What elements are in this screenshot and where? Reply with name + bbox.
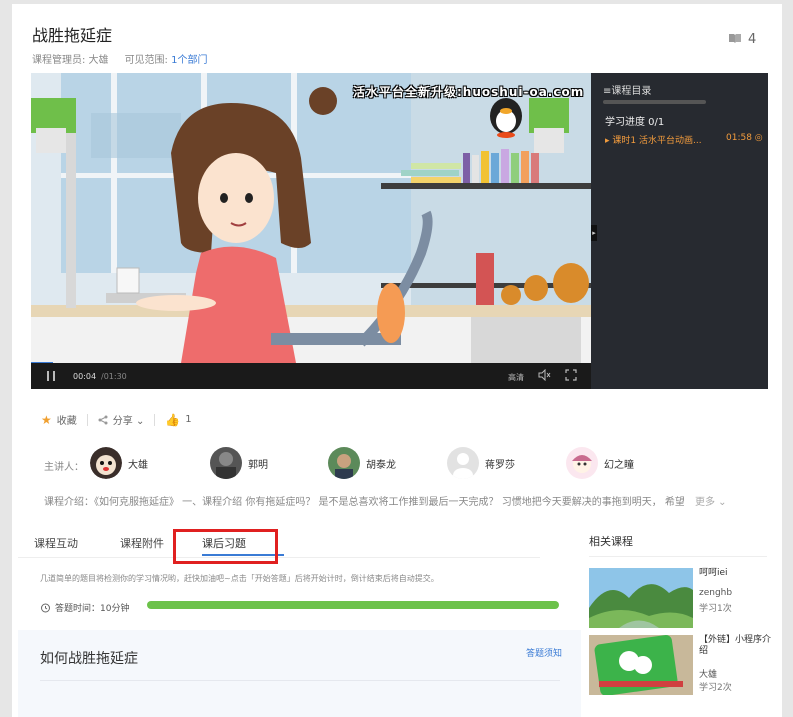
avatar (328, 447, 360, 479)
share-button[interactable]: 分享 ⌄ (113, 412, 145, 427)
volume-icon[interactable] (538, 369, 551, 381)
related-course-item[interactable]: 【外链】小程序介绍 大雄 学习2次 (589, 635, 772, 695)
course-meta: 课程管理员: 大雄 可见范围: 1个部门 (32, 51, 208, 66)
related-course-count: 学习1次 (699, 604, 732, 614)
divider (154, 413, 156, 426)
tab-interaction[interactable]: 课程互动 (34, 535, 78, 551)
avatar (90, 447, 122, 479)
related-course-name: 【外链】小程序介绍 (699, 635, 772, 656)
exercise-title: 如何战胜拖延症 (40, 651, 138, 667)
video-frame (31, 73, 591, 363)
manager-label: 课程管理员: 大雄 (32, 55, 109, 66)
related-course-name: 呵呵iei (699, 568, 728, 578)
avatar (566, 447, 598, 479)
video-player[interactable]: 活水平台全新升级:huoshui-oa.com 00:04 /01:30 高清 (31, 73, 591, 389)
presenter-name: 郭明 (248, 459, 268, 471)
presenter-name: 蒋罗莎 (485, 459, 515, 471)
course-actions: ★ 收藏 分享 ⌄ 👍 1 (41, 412, 192, 428)
book-icon (729, 34, 741, 43)
scope-label: 可见范围: (124, 55, 168, 66)
related-courses-title: 相关课程 (589, 535, 633, 548)
alarm-clock-icon (41, 603, 50, 613)
presenter[interactable]: 大雄 (90, 447, 148, 479)
presenter[interactable]: 蒋罗莎 (447, 447, 515, 479)
lesson-title: ▸ 课时1 活水平台动画... (605, 136, 702, 146)
highlight-box (173, 529, 278, 564)
exercise-panel: 如何战胜拖延症 答题须知 (18, 630, 581, 717)
course-thumbnail (589, 635, 693, 695)
avatar (210, 447, 242, 479)
course-thumbnail (589, 568, 693, 628)
notice-link[interactable]: 答题须知 (526, 646, 562, 659)
divider (86, 413, 88, 426)
related-course-author: 大雄 (699, 670, 718, 680)
timer-label: 答题时间：10分钟 (55, 604, 130, 614)
presenter-name: 胡泰龙 (366, 459, 396, 471)
course-intro: 课程介绍：《如何克服拖延症》 一、课程介绍 你有拖延症吗？ 是不是总喜欢将工作推… (44, 497, 684, 508)
tab-bar: 课程互动 课程附件 课后习题 (18, 528, 540, 558)
scope-link[interactable]: 1个部门 (171, 55, 207, 66)
exercise-hint: 几道简单的题目将检测你的学习情况哟，赶快加油吧~点击「开始答题」后将开始计时，倒… (40, 574, 439, 583)
presenter[interactable]: 胡泰龙 (328, 447, 396, 479)
presenters-label: 主讲人： (44, 462, 84, 473)
presenter-name: 幻之瞳 (604, 459, 634, 471)
video-controls: 00:04 /01:30 高清 (31, 363, 591, 389)
answer-timer: 答题时间：10分钟 (40, 601, 129, 614)
thumbs-up-icon[interactable]: 👍 (165, 413, 180, 427)
avatar (447, 447, 479, 479)
favorite-button[interactable]: 收藏 (57, 412, 77, 427)
lesson-item[interactable]: ▸ 课时1 活水平台动画... 01:58 ◎ (605, 133, 765, 146)
book-count: 4 (748, 32, 757, 47)
presenter-name: 大雄 (128, 459, 148, 471)
page-title: 战胜拖延症 (32, 26, 113, 45)
course-catalog: ≡课程目录 学习进度 0/1 ▸ 课时1 活水平台动画... 01:58 ◎ ▸ (591, 73, 768, 389)
related-course-author: zenghb (699, 588, 733, 598)
pause-icon[interactable] (47, 371, 55, 381)
catalog-header: ≡课程目录 (603, 86, 652, 97)
video-watermark: 活水平台全新升级:huoshui-oa.com (353, 85, 585, 99)
share-icon[interactable] (98, 415, 108, 425)
quality-selector[interactable]: 高清 (508, 372, 524, 383)
study-progress: 学习进度 0/1 (605, 117, 665, 128)
related-course-count: 学习2次 (699, 683, 732, 693)
lesson-duration: 01:58 ◎ (726, 133, 763, 143)
collapse-handle[interactable]: ▸ (591, 225, 597, 241)
presenter[interactable]: 幻之瞳 (566, 447, 634, 479)
like-count: 1 (185, 414, 192, 425)
total-time: /01:30 (101, 372, 127, 381)
timer-bar (147, 601, 559, 609)
catalog-progress-bar (603, 100, 706, 104)
divider (40, 680, 560, 681)
current-time: 00:04 (73, 372, 97, 381)
tab-attachments[interactable]: 课程附件 (120, 535, 164, 551)
more-link[interactable]: 更多 ⌄ (695, 493, 727, 508)
fullscreen-icon[interactable] (565, 369, 577, 381)
divider (589, 556, 767, 557)
star-icon[interactable]: ★ (41, 413, 52, 427)
presenter[interactable]: 郭明 (210, 447, 268, 479)
related-course-item[interactable]: 呵呵iei zenghb 学习1次 (589, 568, 769, 628)
